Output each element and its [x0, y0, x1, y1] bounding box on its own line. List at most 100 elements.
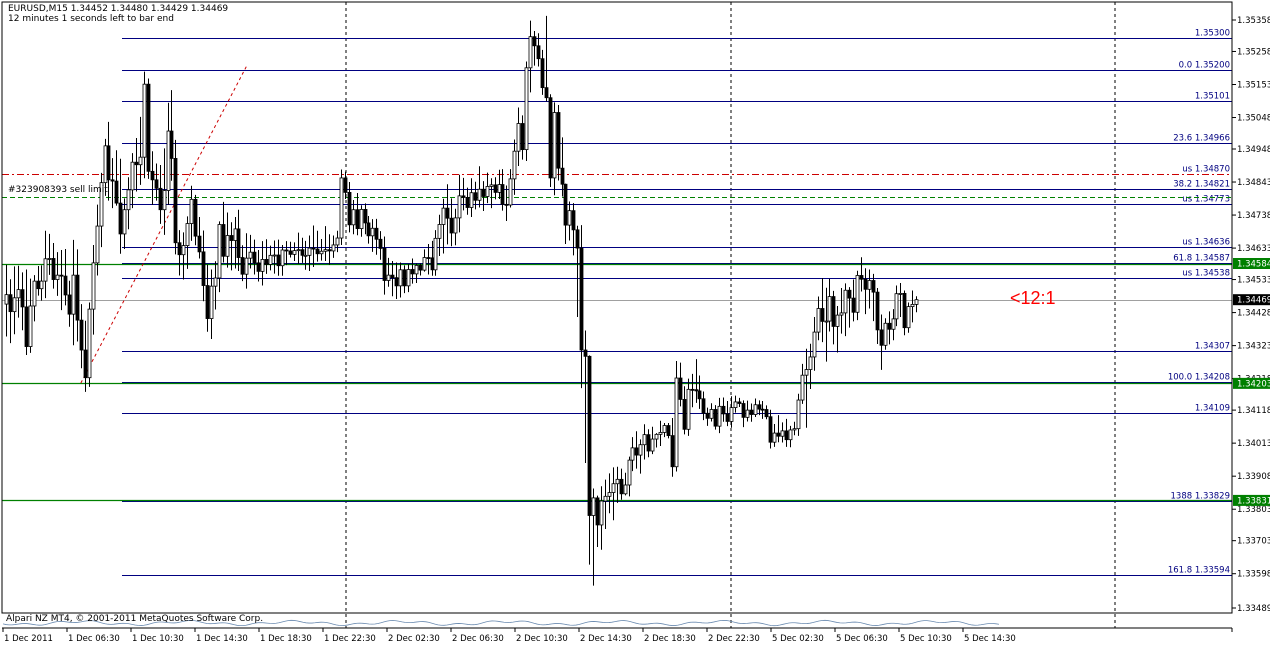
- candle-body: [130, 161, 135, 191]
- candle-body: [847, 289, 852, 299]
- candle-body: [654, 433, 659, 440]
- candle-body: [697, 390, 702, 400]
- candle-body: [122, 209, 127, 235]
- price-chart[interactable]: 1.35300 0.0 1.35200 1.35101 23.6 1.34966 us …: [0, 0, 1270, 645]
- candle-body: [248, 251, 253, 259]
- candle-body: [489, 184, 494, 187]
- price-tick-label: 1.35358: [1237, 16, 1270, 26]
- candle-body: [796, 399, 801, 430]
- candle-body: [784, 430, 789, 441]
- price-tag-label: 1.34469: [1237, 296, 1270, 306]
- candle-body: [867, 280, 872, 290]
- candle-body: [571, 210, 576, 231]
- candle-body: [457, 195, 462, 219]
- candle-body: [516, 123, 521, 152]
- candle-body: [32, 280, 37, 307]
- candle-body: [891, 318, 896, 330]
- candle-body: [71, 274, 76, 315]
- candle-body: [749, 409, 754, 415]
- candle-body: [16, 289, 21, 299]
- candle-body: [319, 250, 324, 255]
- candle-body: [83, 349, 88, 379]
- candle-body: [690, 388, 695, 391]
- candle-body: [753, 404, 758, 415]
- candle-body: [500, 184, 505, 205]
- candle-body: [110, 179, 115, 182]
- candle-body: [146, 83, 151, 172]
- candle-body: [288, 250, 293, 255]
- level-label: 1.35300: [1195, 29, 1230, 39]
- level-label: us 1.34538: [1182, 269, 1230, 279]
- candle-body: [166, 130, 171, 191]
- candle-body: [717, 405, 722, 427]
- candle-body: [619, 478, 624, 495]
- candle-body: [591, 497, 596, 516]
- candle-body: [106, 145, 111, 181]
- candle-body: [607, 492, 612, 497]
- candle-body: [524, 67, 529, 151]
- candle-body: [725, 413, 730, 422]
- price-tag-label: 1.34203: [1237, 379, 1270, 389]
- candle-body: [461, 195, 466, 198]
- candle-body: [898, 292, 903, 295]
- candle-body: [737, 401, 742, 404]
- price-tick-label: 1.34738: [1237, 211, 1270, 221]
- level-label: 1.34109: [1195, 404, 1230, 414]
- candle-body: [394, 277, 399, 287]
- candle-body: [493, 184, 498, 193]
- price-tick-label: 1.35153: [1237, 80, 1270, 90]
- candle-body: [760, 408, 765, 411]
- candle-body: [158, 187, 163, 211]
- candle-body: [792, 428, 797, 431]
- candle-body: [300, 249, 305, 256]
- candle-body: [430, 257, 435, 271]
- candle-body: [843, 289, 848, 314]
- candle-body: [351, 209, 356, 226]
- candle-body: [894, 293, 899, 320]
- candle-body: [642, 434, 647, 446]
- candle-body: [28, 305, 33, 347]
- level-label: 1.35101: [1195, 92, 1230, 102]
- candle-body: [536, 45, 541, 60]
- order-label: #323908393 sell limit: [8, 185, 108, 195]
- candle-body: [788, 429, 793, 441]
- candle-body: [193, 198, 198, 237]
- candle-body: [244, 257, 249, 275]
- candle-body: [134, 161, 139, 166]
- candle-body: [331, 244, 336, 252]
- candle-body: [674, 377, 679, 468]
- candle-body: [851, 297, 856, 313]
- fib-trendline: [80, 66, 247, 384]
- candle-body: [757, 404, 762, 410]
- candle-body: [355, 209, 360, 229]
- candle-body: [658, 432, 663, 435]
- candle-body: [497, 184, 502, 193]
- candle-body: [603, 495, 608, 502]
- candle-body: [79, 319, 84, 351]
- candle-body: [650, 438, 655, 452]
- candle-body: [256, 262, 261, 272]
- candle-body: [528, 36, 533, 69]
- candle-body: [713, 409, 718, 427]
- candle-body: [469, 192, 474, 208]
- candle-body: [382, 248, 387, 281]
- candle-body: [91, 262, 96, 310]
- candle-body: [871, 280, 876, 293]
- candle-body: [217, 224, 222, 279]
- price-tick-label: 1.33703: [1237, 537, 1270, 547]
- candle-body: [709, 409, 714, 419]
- price-tick-label: 1.34428: [1237, 309, 1270, 319]
- level-label: 38.2 1.34821: [1173, 180, 1230, 190]
- candle-body: [552, 112, 557, 179]
- candle-body: [863, 278, 868, 290]
- candle-body: [910, 304, 915, 308]
- candle-body: [63, 275, 68, 296]
- price-tick-label: 1.33489: [1237, 604, 1270, 614]
- candle-body: [20, 289, 25, 308]
- candle-body: [138, 156, 143, 166]
- candle-body: [185, 223, 190, 246]
- time-tick-label: 5 Dec 10:30: [900, 634, 952, 644]
- candle-body: [177, 242, 182, 256]
- ratio-annotation: <12:1: [1010, 288, 1056, 308]
- time-tick-label: 2 Dec 14:30: [580, 634, 632, 644]
